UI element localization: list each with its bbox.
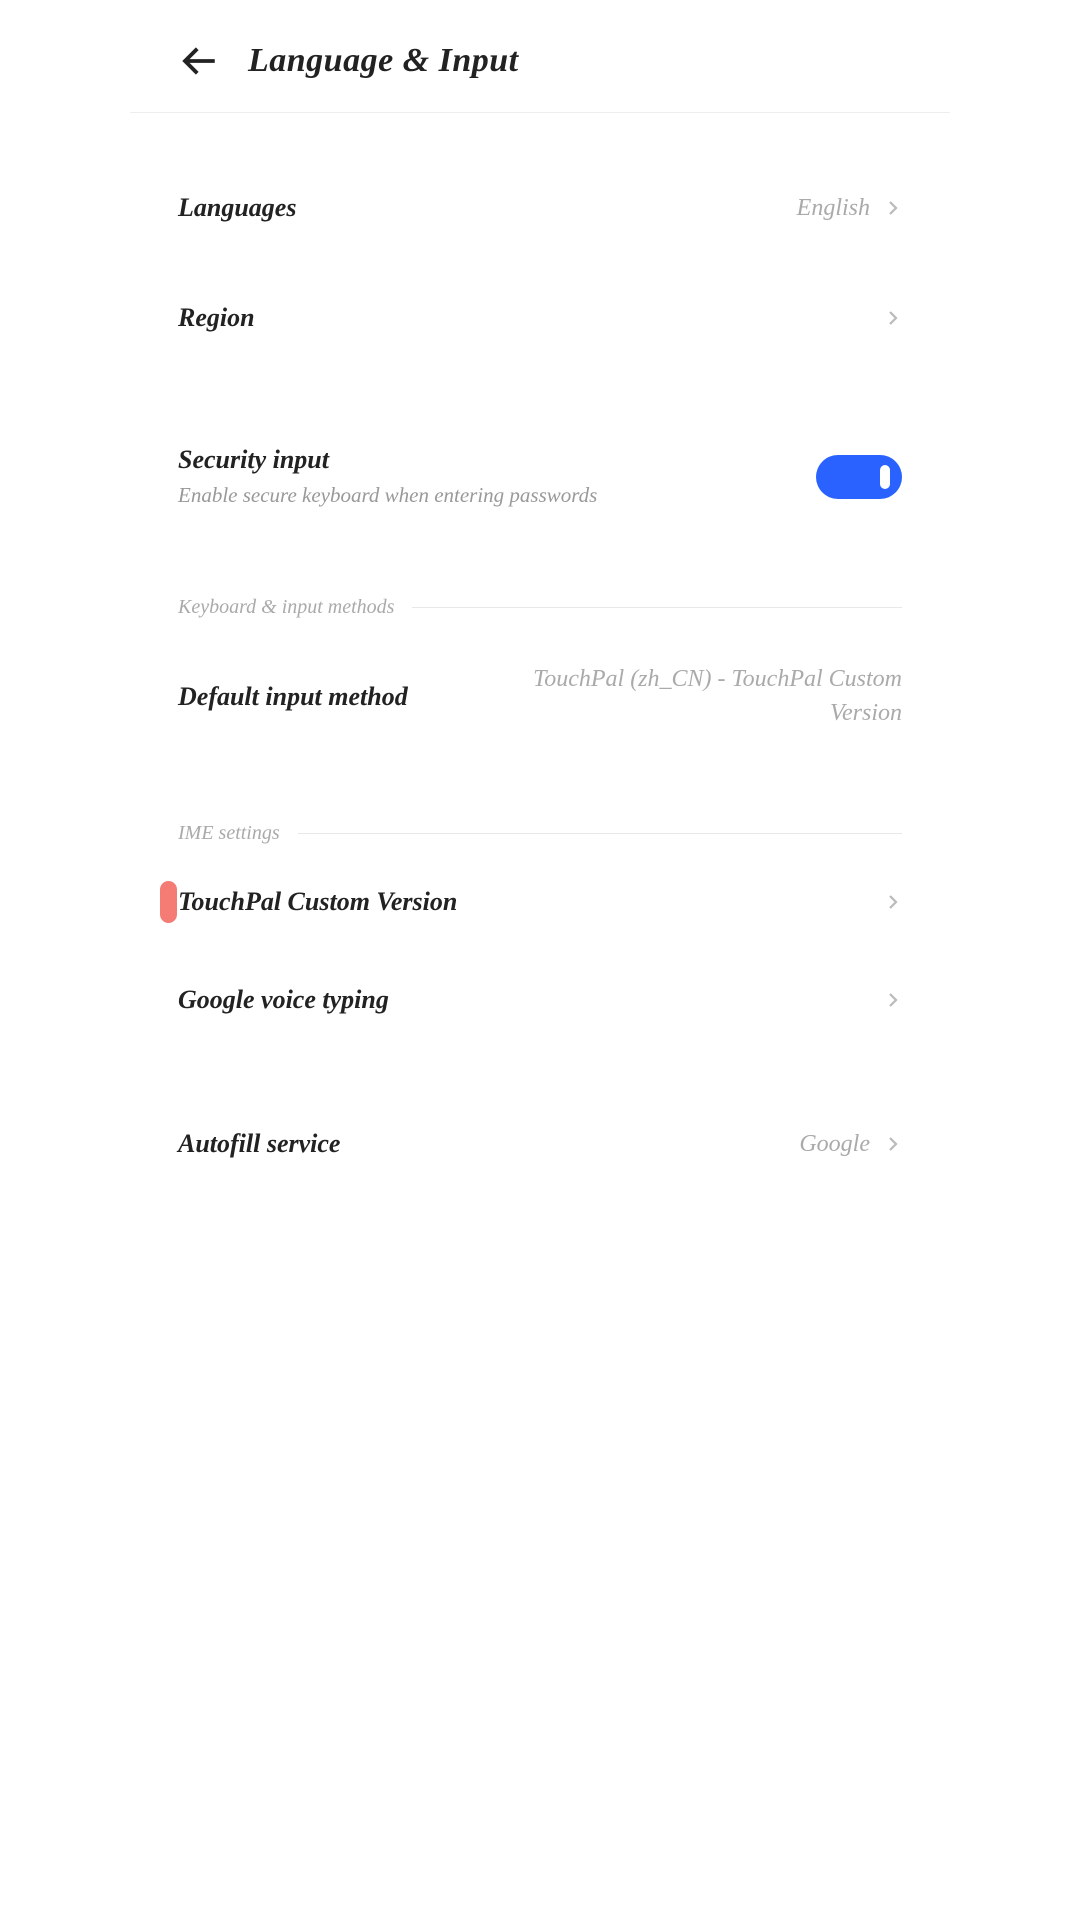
divider <box>412 607 902 608</box>
region-label: Region <box>178 303 255 333</box>
toggle-knob <box>880 465 890 489</box>
back-icon[interactable] <box>178 40 220 82</box>
divider <box>298 833 902 834</box>
languages-label: Languages <box>178 193 296 223</box>
chevron-right-icon <box>884 309 902 327</box>
chevron-right-icon <box>884 1135 902 1153</box>
touchpal-label: TouchPal Custom Version <box>178 887 457 917</box>
section-ime-label: IME settings <box>178 822 298 845</box>
default-input-label: Default input method <box>178 682 408 712</box>
security-input-sub: Enable secure keyboard when entering pas… <box>178 483 597 508</box>
row-touchpal-custom[interactable]: TouchPal Custom Version <box>178 853 902 951</box>
default-input-value: TouchPal (zh_CN) - TouchPal Custom Versi… <box>472 663 902 730</box>
page-title: Language & Input <box>248 42 519 80</box>
header-bar: Language & Input <box>130 0 950 113</box>
row-security-input[interactable]: Security input Enable secure keyboard wh… <box>178 413 902 540</box>
autofill-label: Autofill service <box>178 1129 340 1159</box>
row-default-input-method[interactable]: Default input method TouchPal (zh_CN) - … <box>178 627 902 766</box>
chevron-right-icon <box>884 991 902 1009</box>
security-input-label: Security input <box>178 445 597 475</box>
row-region[interactable]: Region <box>178 263 902 373</box>
row-autofill-service[interactable]: Autofill service Google <box>178 1089 902 1199</box>
google-voice-label: Google voice typing <box>178 985 389 1015</box>
autofill-value: Google <box>799 1131 870 1158</box>
chevron-right-icon <box>884 199 902 217</box>
section-keyboard-label: Keyboard & input methods <box>178 596 412 619</box>
languages-value: English <box>797 195 870 222</box>
section-keyboard-methods: Keyboard & input methods <box>178 540 902 627</box>
row-languages[interactable]: Languages English <box>178 153 902 263</box>
row-google-voice-typing[interactable]: Google voice typing <box>178 951 902 1049</box>
section-ime-settings: IME settings <box>178 766 902 853</box>
chevron-right-icon <box>884 893 902 911</box>
security-input-toggle[interactable] <box>816 455 902 499</box>
